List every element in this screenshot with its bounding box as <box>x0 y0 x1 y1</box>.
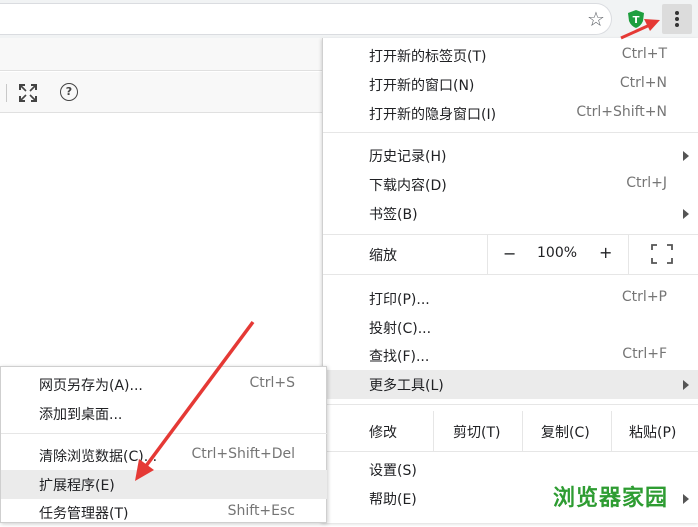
menu-item-bookmarks[interactable]: 书签(B) <box>323 199 698 228</box>
menu-item-incognito[interactable]: 打开新的隐身窗口(I) Ctrl+Shift+N <box>323 99 698 128</box>
copy-button[interactable]: 复制(C) <box>522 411 611 451</box>
cut-label: 剪切(T) <box>453 425 501 441</box>
menu-divider <box>323 404 698 405</box>
menu-item-shortcut: Ctrl+P <box>621 289 667 305</box>
menu-item-label: 打开新的标签页(T) <box>369 49 487 65</box>
menu-item-downloads[interactable]: 下载内容(D) Ctrl+J <box>323 170 698 199</box>
menu-item-shortcut: Ctrl+T <box>621 46 667 62</box>
shield-extension-icon[interactable]: T <box>626 9 646 29</box>
submenu-arrow-icon <box>683 209 689 219</box>
submenu-item-save-page[interactable]: 网页另存为(A)... Ctrl+S <box>1 370 327 399</box>
menu-item-shortcut: Ctrl+Shift+N <box>576 104 667 120</box>
menu-item-shortcut: Ctrl+Shift+Del <box>191 446 295 462</box>
svg-text:T: T <box>633 15 640 26</box>
menu-item-label: 添加到桌面... <box>39 407 123 423</box>
menu-item-find[interactable]: 查找(F)... Ctrl+F <box>323 341 698 370</box>
submenu-item-add-to-desktop[interactable]: 添加到桌面... <box>1 399 327 428</box>
menu-divider <box>323 451 698 452</box>
menu-item-label: 打开新的隐身窗口(I) <box>369 107 497 123</box>
menu-divider <box>323 132 698 133</box>
page-toolbar: ? <box>0 72 322 113</box>
menu-item-shortcut: Shift+Esc <box>227 503 295 519</box>
menu-item-label: 更多工具(L) <box>369 378 444 394</box>
menu-divider <box>323 274 698 275</box>
zoom-out-button[interactable]: − <box>503 244 516 263</box>
cut-button[interactable]: 剪切(T) <box>433 411 522 451</box>
menu-item-label: 下载内容(D) <box>369 178 447 194</box>
page-header-strip <box>0 38 322 71</box>
menu-item-label: 历史记录(H) <box>369 149 447 165</box>
chrome-main-menu: 打开新的标签页(T) Ctrl+T 打开新的窗口(N) Ctrl+N 打开新的隐… <box>322 38 698 523</box>
address-bar[interactable] <box>0 3 612 35</box>
submenu-arrow-icon <box>683 151 689 161</box>
menu-item-shortcut: Ctrl+F <box>622 346 667 362</box>
zoom-label: 缩放 <box>369 248 397 264</box>
zoom-row: 缩放 − 100% + <box>323 235 698 274</box>
menu-item-history[interactable]: 历史记录(H) <box>323 141 698 170</box>
menu-item-label: 书签(B) <box>369 207 418 223</box>
menu-item-more-tools[interactable]: 更多工具(L) <box>323 370 698 399</box>
fullscreen-icon[interactable] <box>18 83 38 103</box>
submenu-arrow-icon <box>683 380 689 390</box>
menu-item-label: 打开新的窗口(N) <box>369 78 475 94</box>
more-tools-submenu: 网页另存为(A)... Ctrl+S 添加到桌面... 清除浏览数据(C)...… <box>0 366 327 523</box>
toolbar-separator <box>6 84 7 102</box>
edit-row: 修改 剪切(T) 复制(C) 粘贴(P) <box>323 411 698 451</box>
menu-item-label: 帮助(E) <box>369 492 417 508</box>
paste-button[interactable]: 粘贴(P) <box>611 411 698 451</box>
paste-label: 粘贴(P) <box>629 425 677 441</box>
menu-divider <box>1 433 327 434</box>
menu-item-shortcut: Ctrl+J <box>626 175 667 191</box>
menu-item-label: 打印(P)... <box>369 292 430 308</box>
zoom-in-button[interactable]: + <box>599 243 612 262</box>
browser-toolbar: ☆ T <box>0 0 698 38</box>
menu-item-label: 任务管理器(T) <box>39 506 129 522</box>
menu-item-shortcut: Ctrl+N <box>619 75 667 91</box>
submenu-item-extensions[interactable]: 扩展程序(E) <box>1 470 327 499</box>
kebab-menu-icon[interactable] <box>662 4 692 34</box>
menu-item-new-window[interactable]: 打开新的窗口(N) Ctrl+N <box>323 70 698 99</box>
menu-item-shortcut: Ctrl+S <box>249 375 295 391</box>
menu-item-label: 扩展程序(E) <box>39 478 115 494</box>
menu-item-print[interactable]: 打印(P)... Ctrl+P <box>323 284 698 313</box>
star-icon[interactable]: ☆ <box>584 7 608 31</box>
menu-item-label: 网页另存为(A)... <box>39 378 143 394</box>
submenu-arrow-icon <box>683 494 689 504</box>
menu-item-label: 投射(C)... <box>369 321 432 337</box>
fullscreen-icon[interactable] <box>651 244 673 264</box>
menu-item-label: 清除浏览数据(C)... <box>39 449 158 465</box>
copy-label: 复制(C) <box>541 425 590 441</box>
submenu-item-clear-browsing-data[interactable]: 清除浏览数据(C)... Ctrl+Shift+Del <box>1 441 327 470</box>
help-icon[interactable]: ? <box>60 83 78 101</box>
watermark-logo: 浏览器家园 <box>553 486 669 511</box>
edit-label: 修改 <box>369 425 397 441</box>
menu-item-new-tab[interactable]: 打开新的标签页(T) Ctrl+T <box>323 41 698 70</box>
menu-item-cast[interactable]: 投射(C)... <box>323 313 698 342</box>
menu-item-label: 设置(S) <box>369 463 417 479</box>
zoom-level: 100% <box>537 245 578 261</box>
menu-item-label: 查找(F)... <box>369 349 430 365</box>
